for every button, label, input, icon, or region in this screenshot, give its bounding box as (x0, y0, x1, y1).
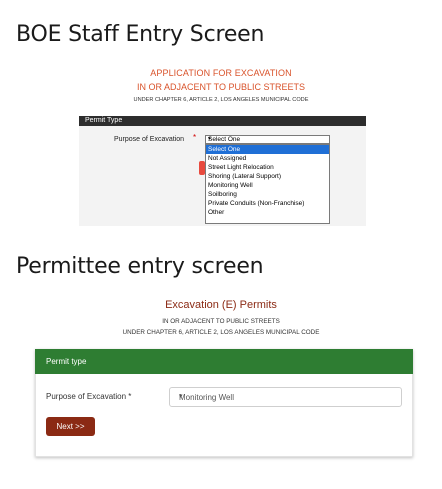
permittee-subtitle-line2: UNDER CHAPTER 6, ARTICLE 2, LOS ANGELES … (122, 329, 320, 336)
permittee-subtitle-line1: IN OR ADJACENT TO PUBLIC STREETS (162, 318, 280, 325)
dropdown-option[interactable]: Private Conduits (Non-Franchise) (206, 199, 329, 208)
boe-purpose-label: Purpose of Excavation (114, 136, 185, 143)
boe-staff-heading: BOE Staff Entry Screen (16, 22, 265, 47)
chevron-down-icon: ▾ (179, 393, 183, 400)
dropdown-option[interactable]: Not Assigned (206, 154, 329, 163)
dropdown-option[interactable]: Other (206, 208, 329, 217)
boe-permit-type-label: Permit Type (85, 117, 123, 124)
permittee-heading: Permittee entry screen (16, 254, 264, 279)
boe-title-line3: UNDER CHAPTER 6, ARTICLE 2, LOS ANGELES … (133, 97, 309, 103)
dropdown-option[interactable]: Select One (206, 145, 329, 154)
dropdown-option[interactable]: Street Light Relocation (206, 163, 329, 172)
boe-purpose-select[interactable]: Select One ▾ (205, 135, 330, 144)
permittee-permit-type-header: Permit type (35, 349, 413, 374)
dropdown-option[interactable]: Soilboring (206, 190, 329, 199)
boe-permit-type-header: Permit Type (79, 116, 366, 126)
permittee-purpose-label: Purpose of Excavation * (46, 392, 132, 401)
boe-required-marker: * (193, 133, 197, 142)
permittee-title: Excavation (E) Permits (165, 299, 277, 311)
boe-title-line1: APPLICATION FOR EXCAVATION (150, 68, 292, 78)
boe-title-line2: IN OR ADJACENT TO PUBLIC STREETS (136, 82, 306, 92)
boe-purpose-dropdown-list[interactable]: Select One Not Assigned Street Light Rel… (205, 144, 330, 224)
chevron-down-icon: ▾ (208, 136, 211, 142)
permittee-permit-type-label: Permit type (46, 357, 87, 366)
next-button[interactable]: Next >> (46, 417, 95, 436)
dropdown-option[interactable]: Monitoring Well (206, 181, 329, 190)
permittee-purpose-select[interactable]: Monitoring Well ▾ (169, 387, 402, 407)
dropdown-option[interactable]: Shoring (Lateral Support) (206, 172, 329, 181)
